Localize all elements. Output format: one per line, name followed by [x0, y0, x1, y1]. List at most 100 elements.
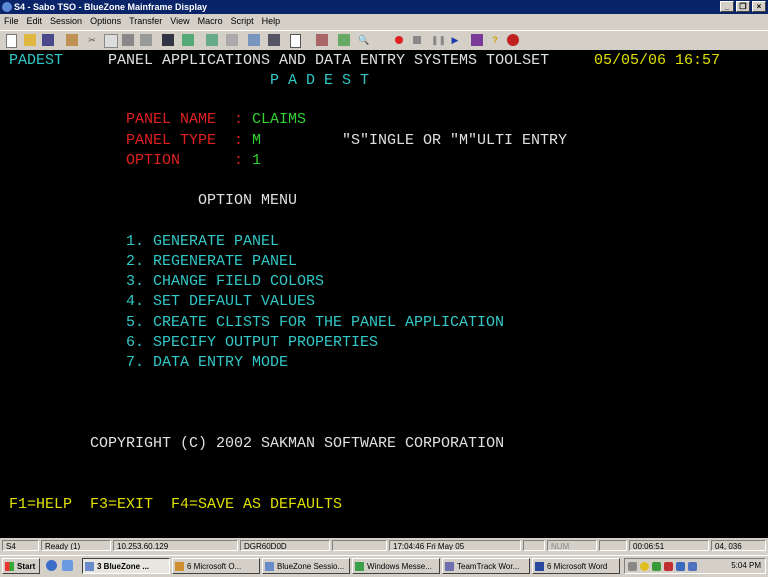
word-icon	[535, 562, 544, 571]
close-button[interactable]: ×	[752, 1, 766, 12]
terminal-screen[interactable]: PADEST PANEL APPLICATIONS AND DATA ENTRY…	[0, 50, 768, 538]
option-item: 6. SPECIFY OUTPUT PROPERTIES	[126, 334, 379, 351]
status-state: Ready (1)	[41, 540, 111, 551]
maximize-button[interactable]: ❐	[736, 1, 750, 12]
function-keys: F1=HELP F3=EXIT F4=SAVE AS DEFAULTS	[9, 496, 343, 513]
menu-session[interactable]: Session	[46, 14, 86, 29]
help-icon[interactable]: ?	[489, 34, 501, 46]
start-label: Start	[17, 562, 36, 571]
status-timestamp: 17:04:46 Fri May 05	[389, 540, 521, 551]
taskbar-item[interactable]: Windows Messe...	[352, 558, 440, 574]
book-icon[interactable]	[471, 34, 483, 46]
keyboard-icon[interactable]	[226, 34, 238, 46]
option-label: OPTION :	[126, 152, 244, 169]
taskbar-item[interactable]: BlueZone Sessio...	[262, 558, 350, 574]
new-icon[interactable]	[6, 34, 17, 48]
taskbar-item-label: 6 Microsoft Word	[547, 562, 608, 571]
header-date: 05/05/06	[594, 52, 667, 69]
taskbar-item[interactable]: 6 Microsoft Word	[532, 558, 620, 574]
mail-icon[interactable]	[628, 562, 637, 571]
document-icon[interactable]	[290, 34, 301, 48]
smiley-icon[interactable]	[640, 562, 649, 571]
option-field[interactable]: 1	[252, 152, 261, 170]
taskbar-item[interactable]: TeamTrack Wor...	[442, 558, 530, 574]
menu-transfer[interactable]: Transfer	[125, 14, 166, 29]
toolbar: ✂ 🔍 ❚❚ ▶ ?	[0, 30, 768, 51]
shield-icon[interactable]	[688, 562, 697, 571]
record-icon[interactable]	[395, 36, 403, 44]
menu-script[interactable]: Script	[227, 14, 258, 29]
menu-view[interactable]: View	[166, 14, 193, 29]
status-lu: DGR60D0D	[240, 540, 330, 551]
copy-icon[interactable]	[104, 34, 118, 48]
messenger-icon	[355, 562, 364, 571]
stop-icon[interactable]	[413, 36, 421, 44]
taskbar-item-label: 3 BlueZone ...	[97, 562, 150, 571]
system-tray: 5:04 PM	[624, 558, 766, 574]
find-icon[interactable]	[338, 34, 350, 46]
app-icon[interactable]	[2, 2, 12, 12]
outlook-icon	[175, 562, 184, 571]
home-icon[interactable]	[66, 34, 78, 46]
status-blank	[523, 540, 545, 551]
connect-icon[interactable]	[206, 34, 218, 46]
menu-file[interactable]: File	[0, 14, 23, 29]
menu-help[interactable]: Help	[258, 14, 285, 29]
taskbar: Start 3 BlueZone ... 6 Microsoft O... Bl…	[0, 555, 768, 577]
status-session: S4	[2, 540, 39, 551]
print-screen-icon[interactable]	[140, 34, 152, 46]
panel-name-field[interactable]: CLAIMS	[252, 111, 306, 129]
zoom-icon[interactable]: 🔍	[358, 34, 370, 46]
edit-icon[interactable]	[316, 34, 328, 46]
taskbar-item-label: TeamTrack Wor...	[457, 562, 520, 571]
panel-type-field[interactable]: M	[252, 132, 261, 150]
ftp-icon[interactable]	[248, 34, 260, 46]
cut-icon[interactable]: ✂	[86, 34, 98, 46]
tray-app-icon[interactable]	[676, 562, 685, 571]
menu-edit[interactable]: Edit	[23, 14, 47, 29]
tray-app-icon[interactable]	[664, 562, 673, 571]
status-num: NUM	[547, 540, 597, 551]
taskbar-item-label: Windows Messe...	[367, 562, 432, 571]
window-title: S4 - Sabo TSO - BlueZone Mainframe Displ…	[14, 2, 208, 12]
start-button[interactable]: Start	[2, 558, 40, 574]
menu-bar: File Edit Session Options Transfer View …	[0, 14, 768, 29]
taskbar-item[interactable]: 3 BlueZone ...	[82, 558, 170, 574]
panel-type-label: PANEL TYPE :	[126, 132, 244, 149]
panel-name-label: PANEL NAME :	[126, 111, 244, 128]
bluezone-session-icon	[265, 562, 274, 571]
menu-options[interactable]: Options	[86, 14, 125, 29]
option-item: 5. CREATE CLISTS FOR THE PANEL APPLICATI…	[126, 314, 505, 331]
settings-icon[interactable]	[182, 34, 194, 46]
play-icon[interactable]: ▶	[449, 34, 461, 46]
pause-icon[interactable]: ❚❚	[431, 34, 446, 46]
taskbar-item[interactable]: 6 Microsoft O...	[172, 558, 260, 574]
taskbar-item-label: 6 Microsoft O...	[187, 562, 242, 571]
option-menu-title: OPTION MENU	[198, 192, 298, 209]
minimize-button[interactable]: _	[720, 1, 734, 12]
option-item: 2. REGENERATE PANEL	[126, 253, 298, 270]
apple-icon[interactable]	[507, 34, 519, 46]
quicklaunch-icon[interactable]	[62, 560, 73, 571]
status-blank	[332, 540, 387, 551]
header-title: PANEL APPLICATIONS AND DATA ENTRY SYSTEM…	[108, 52, 550, 69]
option-item: 3. CHANGE FIELD COLORS	[126, 273, 325, 290]
status-ip: 10.253.60.129	[113, 540, 238, 551]
option-item: 7. DATA ENTRY MODE	[126, 354, 289, 371]
status-bar: S4 Ready (1) 10.253.60.129 DGR60D0D 17:0…	[0, 539, 768, 553]
status-cursor: 04, 036	[711, 540, 766, 551]
menu-macro[interactable]: Macro	[194, 14, 227, 29]
host-icon[interactable]	[268, 34, 280, 46]
network-icon[interactable]	[652, 562, 661, 571]
open-icon[interactable]	[24, 34, 36, 46]
option-item: 1. GENERATE PANEL	[126, 233, 280, 250]
clock[interactable]: 5:04 PM	[731, 559, 761, 573]
panel-type-hint: "S"INGLE OR "M"ULTI ENTRY	[342, 132, 568, 149]
teamtrack-icon	[445, 562, 454, 571]
print-icon[interactable]	[122, 34, 134, 46]
internet-explorer-icon[interactable]	[46, 560, 57, 571]
save-icon[interactable]	[42, 34, 54, 46]
windows-logo-icon	[5, 562, 14, 571]
display-icon[interactable]	[162, 34, 174, 46]
bluezone-icon	[85, 562, 94, 571]
